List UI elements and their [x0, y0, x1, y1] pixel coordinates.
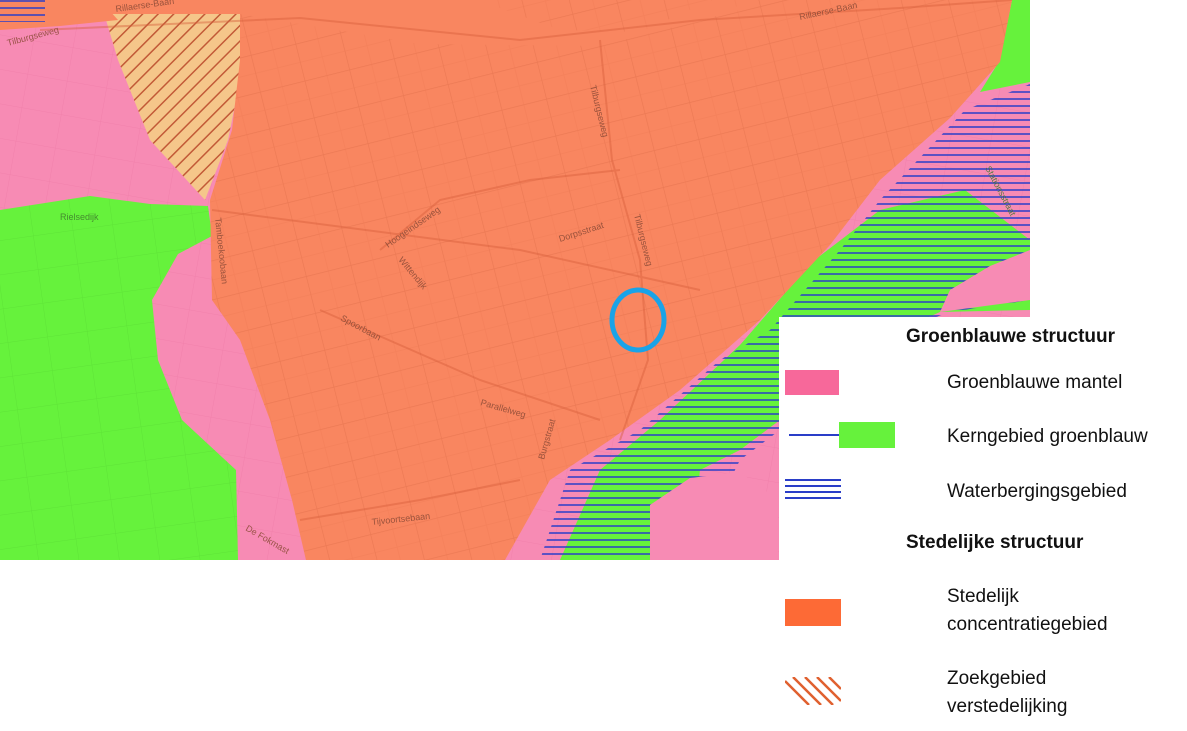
legend-label-stedelijk: Stedelijk concentratiegebied	[947, 583, 1108, 639]
legend-swatch-mantel	[785, 370, 839, 395]
legend-label-stedelijk-line1: Stedelijk	[947, 586, 1019, 607]
waterbergingsgebied-nw	[0, 0, 45, 22]
legend-swatch-kern	[839, 422, 895, 448]
legend-swatch-zoekgebied	[785, 677, 841, 705]
legend-label-zoekgebied: Zoekgebied verstedelijking	[947, 665, 1067, 721]
legend-label-mantel: Groenblauwe mantel	[947, 372, 1123, 393]
legend-label-stedelijk-line2: concentratiegebied	[947, 614, 1108, 635]
legend-label-zoekgebied-line2: verstedelijking	[947, 696, 1068, 717]
legend-label-kern: Kerngebied groenblauw	[947, 426, 1148, 447]
legend-heading-stedelijk: Stedelijke structuur	[906, 532, 1084, 553]
street-label: Rielsedijk	[60, 212, 99, 222]
legend-line-kern	[789, 434, 845, 436]
legend-swatch-water	[785, 479, 841, 499]
map-legend: Groenblauwe structuur Groenblauwe mantel…	[779, 317, 1187, 731]
legend-label-water: Waterbergingsgebied	[947, 481, 1127, 502]
legend-label-zoekgebied-line1: Zoekgebied	[947, 668, 1047, 689]
legend-heading-groenblauw: Groenblauwe structuur	[906, 326, 1116, 347]
legend-swatch-stedelijk	[785, 599, 841, 626]
